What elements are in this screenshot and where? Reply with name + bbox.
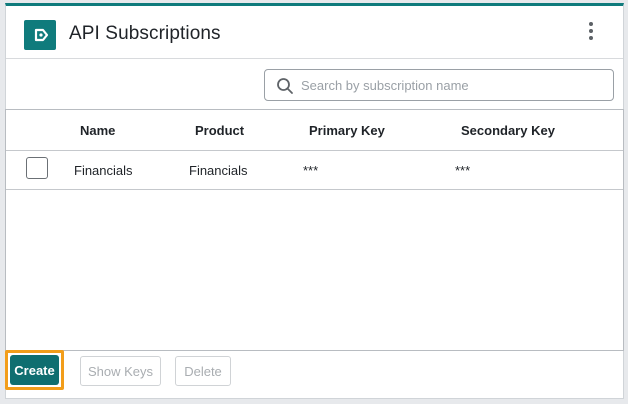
column-header-product[interactable]: Product xyxy=(195,123,244,138)
kebab-dot xyxy=(589,36,593,40)
subscriptions-table: Name Product Primary Key Secondary Key F… xyxy=(5,109,624,351)
table-row[interactable]: Financials Financials *** *** xyxy=(6,150,623,190)
column-header-secondary-key[interactable]: Secondary Key xyxy=(461,123,555,138)
panel-header: API Subscriptions xyxy=(6,6,623,59)
show-keys-button[interactable]: Show Keys xyxy=(80,356,161,386)
column-header-primary-key[interactable]: Primary Key xyxy=(309,123,385,138)
row-select-checkbox[interactable] xyxy=(26,157,48,179)
subscription-icon xyxy=(24,20,56,50)
search-input[interactable] xyxy=(301,76,601,94)
kebab-menu-icon[interactable] xyxy=(581,22,601,46)
cell-secondary-key: *** xyxy=(455,163,471,178)
table-header: Name Product Primary Key Secondary Key xyxy=(6,110,623,151)
cell-name: Financials xyxy=(74,163,133,178)
delete-button[interactable]: Delete xyxy=(175,356,231,386)
search-icon xyxy=(277,78,293,94)
api-subscriptions-panel: API Subscriptions Name Product Primary K… xyxy=(5,3,624,399)
kebab-dot xyxy=(589,29,593,33)
search-box xyxy=(264,69,614,101)
column-header-name[interactable]: Name xyxy=(80,123,115,138)
cell-primary-key: *** xyxy=(303,163,319,178)
kebab-dot xyxy=(589,22,593,26)
create-button[interactable]: Create xyxy=(10,355,59,385)
cell-product: Financials xyxy=(189,163,248,178)
page-title: API Subscriptions xyxy=(69,23,221,44)
